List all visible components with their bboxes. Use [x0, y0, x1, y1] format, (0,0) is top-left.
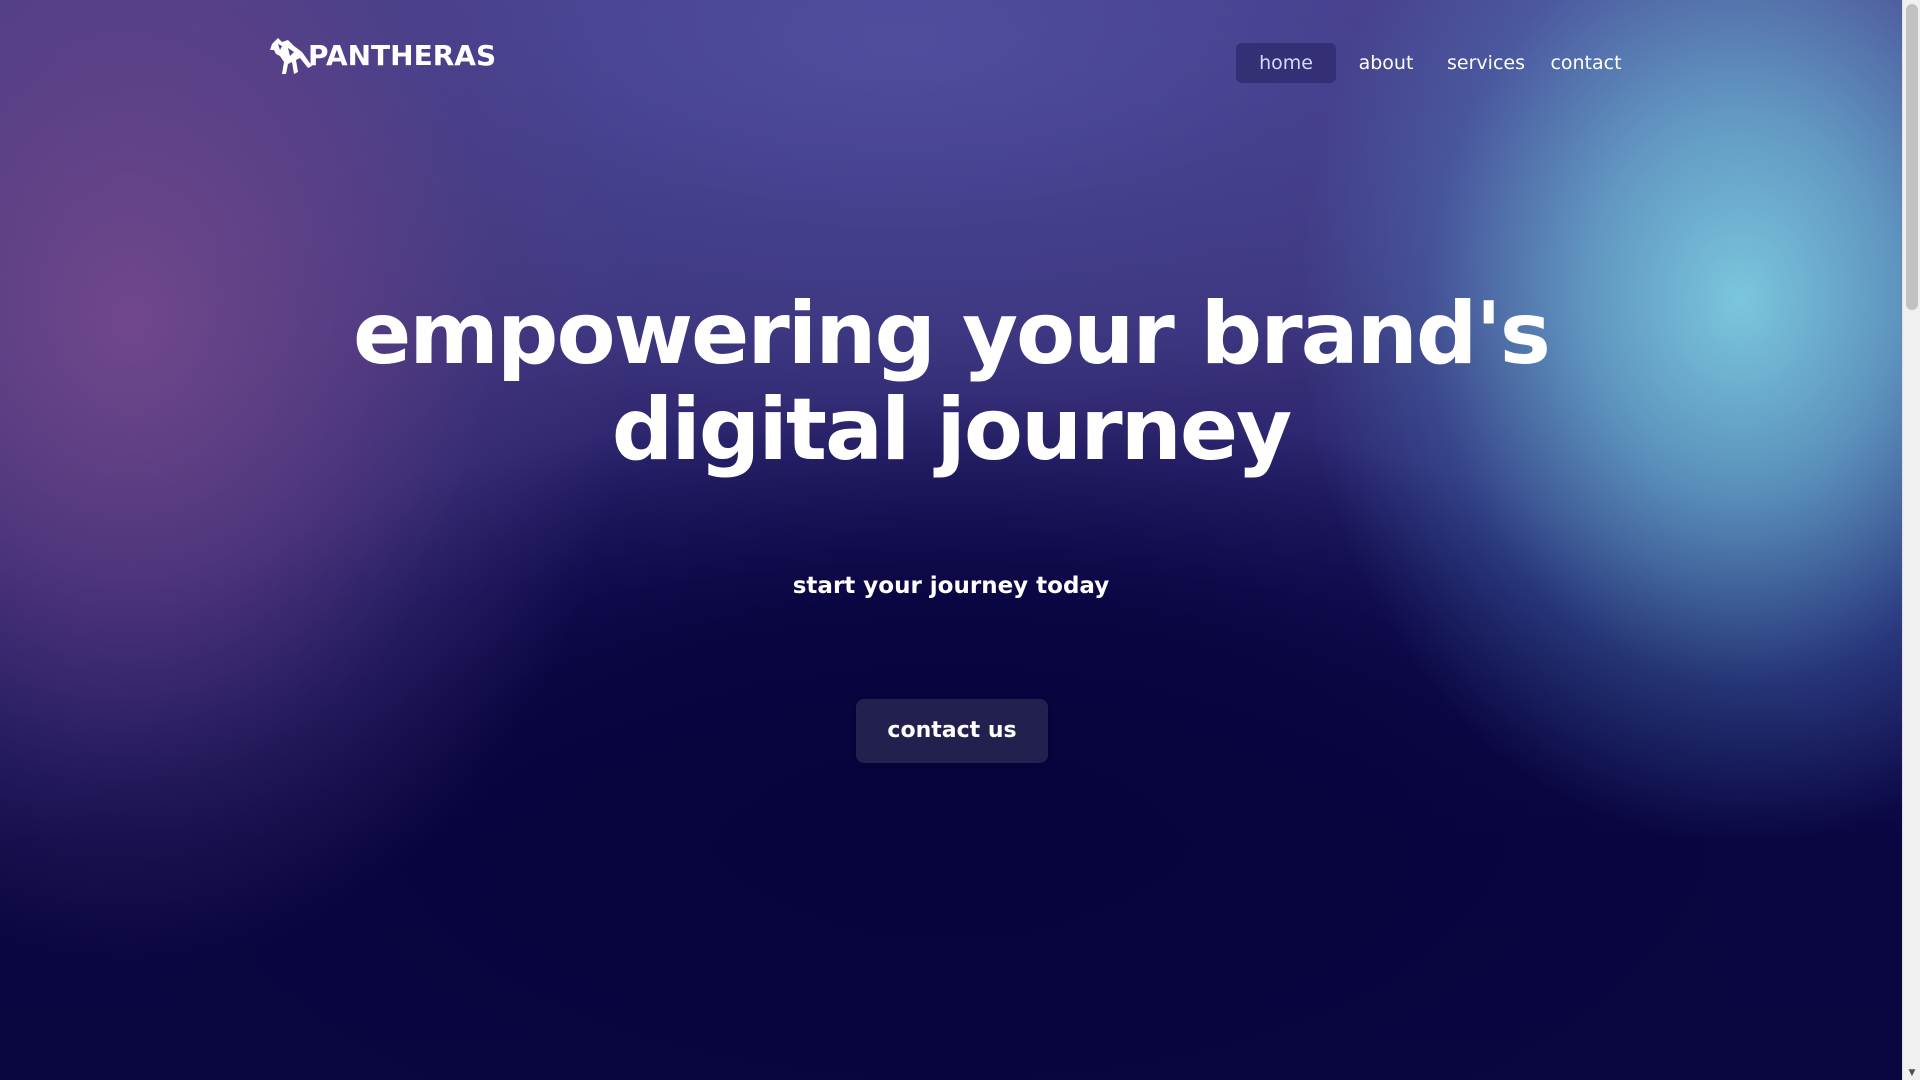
nav-contact[interactable]: contact	[1536, 43, 1636, 83]
hero-headline-line1: empowering your brand's	[352, 284, 1551, 384]
scrollbar-thumb[interactable]	[1906, 4, 1918, 310]
vertical-scrollbar[interactable]: ▼	[1902, 0, 1920, 1080]
main-nav: home about services contact	[1236, 43, 1636, 83]
nav-services[interactable]: services	[1436, 43, 1536, 83]
brand-logo[interactable]: PANTHERAS	[268, 36, 496, 76]
nav-about[interactable]: about	[1336, 43, 1436, 83]
hero-headline: empowering your brand's digital journey	[0, 286, 1902, 478]
hero-headline-line2: digital journey	[611, 380, 1292, 480]
contact-us-button[interactable]: contact us	[856, 699, 1048, 763]
nav-home[interactable]: home	[1236, 43, 1336, 83]
brand-name: PANTHERAS	[308, 39, 497, 72]
chevron-down-icon[interactable]: ▼	[1907, 1068, 1917, 1078]
hero-background	[0, 0, 1902, 1080]
hero-subheadline: start your journey today	[792, 573, 1110, 599]
